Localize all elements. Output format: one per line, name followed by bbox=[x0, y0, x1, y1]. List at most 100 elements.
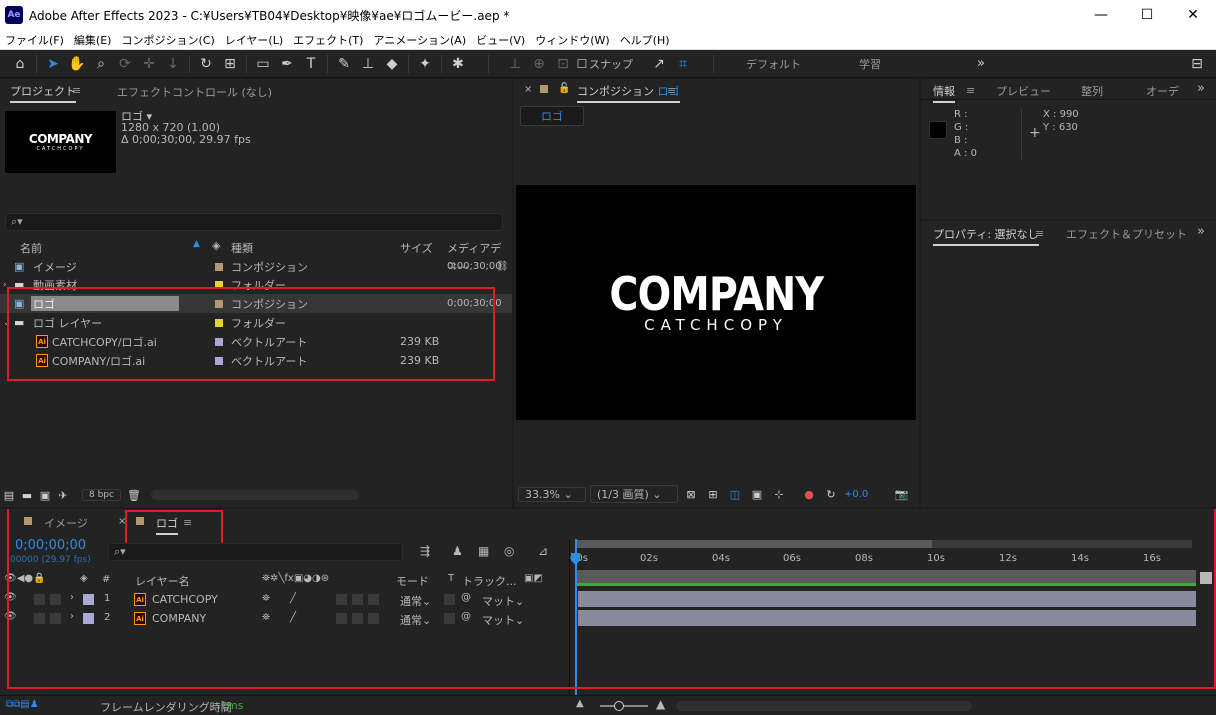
tab-info[interactable]: 情報 bbox=[933, 83, 955, 103]
region-of-interest-icon[interactable]: ▣ bbox=[748, 482, 766, 506]
home-icon[interactable]: ⌂ bbox=[8, 52, 32, 76]
sort-arrow-icon: ▲ bbox=[193, 239, 200, 249]
timeline-scrollbar[interactable] bbox=[676, 701, 972, 711]
axis-view-icon[interactable]: ⊡ bbox=[551, 52, 575, 76]
tab-align[interactable]: 整列 bbox=[1081, 83, 1103, 99]
workspace-learn[interactable]: 学習 bbox=[859, 56, 881, 72]
zoom-out-icon[interactable]: ▲ bbox=[576, 698, 584, 709]
text-tool-icon[interactable]: T bbox=[299, 52, 323, 76]
column-type[interactable]: 種類 bbox=[231, 240, 253, 256]
info-menu-icon[interactable]: ≡ bbox=[966, 84, 975, 97]
exposure-value[interactable]: +0.0 bbox=[844, 489, 868, 500]
tab-project[interactable]: プロジェクト bbox=[10, 83, 76, 103]
fast-preview-icon[interactable]: ⊠ bbox=[682, 482, 700, 506]
more-panels-icon[interactable]: » bbox=[1197, 224, 1205, 239]
minimize-button[interactable]: — bbox=[1078, 0, 1124, 30]
column-size[interactable]: サイズ bbox=[400, 240, 433, 256]
zoom-slider[interactable] bbox=[600, 701, 648, 711]
mask-visibility-icon[interactable]: ◫ bbox=[726, 482, 744, 506]
ae-logo-icon: Ae bbox=[5, 6, 23, 24]
interpret-footage-icon[interactable]: ▤ bbox=[0, 483, 18, 507]
selected-item-duration: Δ 0;00;30;00, 29.97 fps bbox=[121, 133, 251, 146]
status-bar: ⧉⧉▤♟ フレームレンダリング時間 1ms ▲ ▲ bbox=[0, 695, 1216, 715]
properties-menu-icon[interactable]: ≡ bbox=[1035, 227, 1044, 240]
search-help-icon[interactable]: ⊟ bbox=[1185, 52, 1209, 76]
rectangle-tool-icon[interactable]: ▭ bbox=[251, 52, 275, 76]
menu-bar: ファイル(F) 編集(E) コンポジション(C) レイヤー(L) エフェクト(T… bbox=[0, 30, 1216, 50]
zoom-tool-icon[interactable]: ⌕ bbox=[89, 52, 113, 76]
roto-brush-icon[interactable]: ✦ bbox=[413, 52, 437, 76]
tab-preview[interactable]: プレビュー bbox=[996, 83, 1051, 99]
render-queue-icon[interactable]: ✈ bbox=[54, 483, 72, 507]
project-search-input[interactable]: ⌕▾ bbox=[5, 213, 503, 231]
project-thumbnail: COMPANY CATCHCOPY bbox=[5, 111, 116, 173]
puppet-tool-icon[interactable]: ✱ bbox=[446, 52, 470, 76]
label-tag-icon[interactable]: ◈ bbox=[212, 239, 220, 252]
brush-tool-icon[interactable]: ✎ bbox=[332, 52, 356, 76]
status-icons[interactable]: ⧉⧉▤♟ bbox=[6, 699, 39, 710]
new-folder-icon[interactable]: ▬ bbox=[18, 483, 36, 507]
close-button[interactable]: ✕ bbox=[1170, 0, 1216, 30]
tab-audio[interactable]: オーデ bbox=[1146, 83, 1179, 99]
menu-composition[interactable]: コンポジション(C) bbox=[116, 32, 219, 48]
menu-view[interactable]: ビュー(V) bbox=[471, 32, 530, 48]
comp-canvas[interactable]: COMPANY CATCHCOPY bbox=[516, 185, 916, 420]
selection-tool-icon[interactable]: ➤ bbox=[41, 52, 65, 76]
zoom-in-icon[interactable]: ▲ bbox=[656, 697, 665, 711]
label-color-swatch[interactable] bbox=[215, 262, 223, 271]
canvas-title-text: COMPANY bbox=[609, 266, 824, 321]
reset-exposure-icon[interactable]: ↻ bbox=[822, 482, 840, 506]
menu-file[interactable]: ファイル(F) bbox=[0, 32, 69, 48]
snap-edges-icon[interactable]: ↗ bbox=[647, 52, 671, 76]
menu-window[interactable]: ウィンドウ(W) bbox=[530, 32, 614, 48]
dolly-tool-icon[interactable]: ↓ bbox=[161, 52, 185, 76]
project-menu-icon[interactable]: ≡ bbox=[72, 84, 81, 97]
pan-tool-icon[interactable]: ✛ bbox=[137, 52, 161, 76]
eraser-tool-icon[interactable]: ◆ bbox=[380, 52, 404, 76]
axis-icon[interactable]: ⊥ bbox=[503, 52, 527, 76]
trash-icon[interactable]: 🗑 bbox=[125, 483, 143, 507]
thumb-subtitle: CATCHCOPY bbox=[36, 146, 85, 152]
hand-tool-icon[interactable]: ✋ bbox=[65, 52, 89, 76]
maximize-button[interactable]: ☐ bbox=[1124, 0, 1170, 30]
menu-effect[interactable]: エフェクト(T) bbox=[288, 32, 368, 48]
tab-composition[interactable]: コンポジション ロゴ bbox=[577, 83, 680, 103]
comp-menu-icon[interactable]: ≡ bbox=[667, 84, 676, 97]
channel-icon[interactable]: ● bbox=[800, 482, 818, 506]
close-tab-icon[interactable]: × bbox=[524, 84, 532, 95]
new-comp-icon[interactable]: ▣ bbox=[36, 483, 54, 507]
tools-bar: ⌂ ➤ ✋ ⌕ ⟳ ✛ ↓ ↻ ⊞ ▭ ✒ T ✎ ⊥ ◆ ✦ ✱ ⊥ ⊕ ⊡ … bbox=[0, 50, 1216, 78]
lock-icon[interactable]: 🔓 bbox=[558, 83, 570, 94]
axis-world-icon[interactable]: ⊕ bbox=[527, 52, 551, 76]
workspace-more-icon[interactable]: » bbox=[977, 56, 985, 71]
snap-features-icon[interactable]: ⌗ bbox=[671, 52, 695, 76]
comp-tab-prefix: コンポジション bbox=[577, 85, 654, 98]
project-horizontal-scrollbar[interactable] bbox=[150, 490, 359, 500]
window-title: Adobe After Effects 2023 - C:¥Users¥TB04… bbox=[29, 8, 510, 23]
tab-effect-controls[interactable]: エフェクトコントロール (なし) bbox=[117, 84, 272, 100]
snapshot-icon[interactable]: 📷 bbox=[892, 482, 910, 506]
snap-checkbox[interactable]: ☐ bbox=[575, 52, 589, 76]
project-row-image[interactable]: ▣ イメージ コンポジション 0;00;30;00 ⛓ bbox=[0, 257, 512, 276]
tab-properties[interactable]: プロパティ: 選択なし bbox=[933, 226, 1039, 246]
resolution-dropdown[interactable]: (1/3 画質) ⌄ bbox=[590, 485, 678, 503]
pen-tool-icon[interactable]: ✒ bbox=[275, 52, 299, 76]
menu-layer[interactable]: レイヤー(L) bbox=[220, 32, 288, 48]
bit-depth-button[interactable]: 8 bpc bbox=[82, 489, 121, 501]
menu-help[interactable]: ヘルプ(H) bbox=[615, 32, 675, 48]
tab-effects-presets[interactable]: エフェクト＆プリセット bbox=[1066, 226, 1187, 242]
rotate-tool-icon[interactable]: ↻ bbox=[194, 52, 218, 76]
more-panels-icon[interactable]: » bbox=[1197, 81, 1205, 96]
zoom-dropdown[interactable]: 33.3% ⌄ bbox=[518, 486, 586, 502]
menu-edit[interactable]: 編集(E) bbox=[69, 32, 117, 48]
grid-guides-icon[interactable]: ⊹ bbox=[770, 482, 788, 506]
flowchart-icon[interactable]: ⛓ bbox=[496, 261, 509, 272]
transparency-grid-icon[interactable]: ⊞ bbox=[704, 482, 722, 506]
stamp-tool-icon[interactable]: ⊥ bbox=[356, 52, 380, 76]
column-name[interactable]: 名前 bbox=[20, 240, 42, 256]
menu-animation[interactable]: アニメーション(A) bbox=[368, 32, 471, 48]
anchor-tool-icon[interactable]: ⊞ bbox=[218, 52, 242, 76]
orbit-tool-icon[interactable]: ⟳ bbox=[113, 52, 137, 76]
workspace-default[interactable]: デフォルト bbox=[746, 56, 801, 72]
comp-flow-tab[interactable]: ロゴ bbox=[520, 106, 584, 126]
